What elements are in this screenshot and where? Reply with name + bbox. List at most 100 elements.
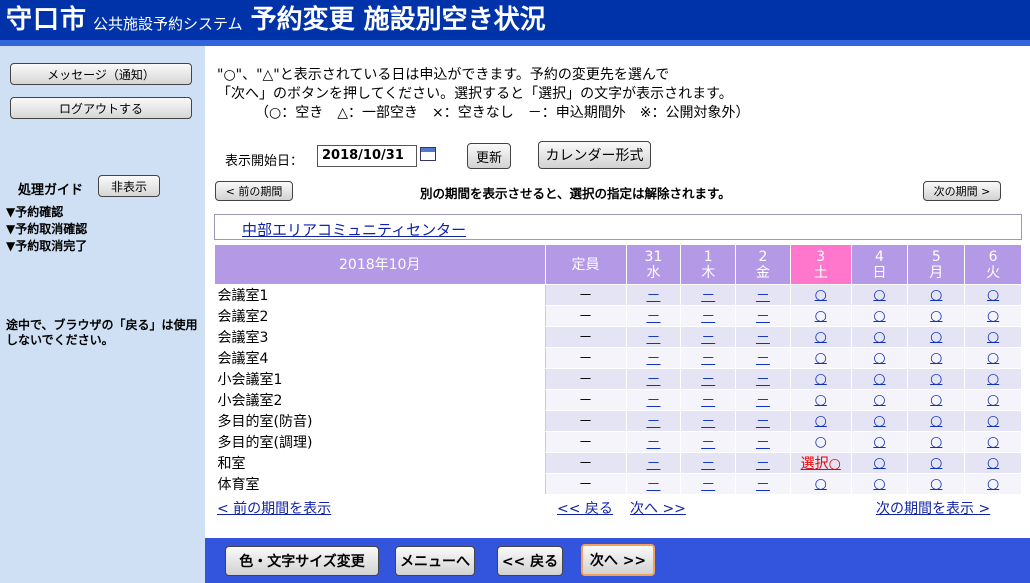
menu-button[interactable]: メニューへ	[395, 546, 475, 576]
footer-back-button[interactable]: << 戻る	[497, 546, 563, 576]
availability-link[interactable]: ○	[873, 392, 885, 408]
availability-link[interactable]: －	[646, 288, 660, 304]
availability-link[interactable]: ○	[873, 413, 885, 429]
availability-link[interactable]: －	[646, 351, 660, 367]
availability-link[interactable]: ○	[873, 308, 885, 324]
availability-link[interactable]: －	[756, 372, 770, 388]
availability-link[interactable]: ○	[815, 308, 827, 324]
availability-link[interactable]: ○	[987, 371, 999, 387]
availability-link[interactable]: ○	[873, 434, 885, 450]
room-capacity: －	[545, 473, 627, 495]
availability-cell: －	[626, 410, 682, 432]
availability-link[interactable]: －	[701, 330, 715, 346]
availability-link[interactable]: －	[646, 477, 660, 493]
calendar-icon[interactable]	[420, 147, 436, 161]
start-date-input[interactable]: 2018/10/31	[317, 145, 417, 167]
next-period-link[interactable]: 次の期間を表示 >	[876, 498, 990, 518]
availability-link[interactable]: ○	[930, 329, 942, 345]
next-link[interactable]: 次へ >>	[630, 498, 686, 518]
availability-link[interactable]: －	[756, 288, 770, 304]
availability-link[interactable]: －	[701, 435, 715, 451]
availability-link[interactable]: －	[756, 414, 770, 430]
availability-link[interactable]: ○	[873, 329, 885, 345]
availability-link[interactable]: ○	[930, 455, 942, 471]
availability-link[interactable]: ○	[815, 350, 827, 366]
room-capacity: －	[545, 410, 627, 432]
availability-link[interactable]: ○	[987, 392, 999, 408]
availability-link[interactable]: －	[701, 414, 715, 430]
availability-link[interactable]: ○	[987, 455, 999, 471]
availability-link[interactable]: －	[756, 435, 770, 451]
guide-hide-button[interactable]: 非表示	[98, 175, 160, 197]
availability-link[interactable]: －	[646, 414, 660, 430]
availability-link[interactable]: －	[701, 351, 715, 367]
availability-link[interactable]: ○	[873, 455, 885, 471]
back-link[interactable]: << 戻る	[557, 498, 613, 518]
logout-button[interactable]: ログアウトする	[10, 97, 192, 119]
availability-link[interactable]: ○	[987, 350, 999, 366]
availability-link[interactable]: －	[701, 372, 715, 388]
availability-link[interactable]: －	[756, 477, 770, 493]
availability-link[interactable]: ○	[815, 329, 827, 345]
availability-link[interactable]: －	[701, 309, 715, 325]
availability-cell: ○	[964, 473, 1022, 495]
availability-link[interactable]: ○	[815, 413, 827, 429]
availability-link[interactable]: －	[701, 456, 715, 472]
availability-link[interactable]: ○	[873, 476, 885, 492]
display-settings-button[interactable]: 色・文字サイズ変更	[225, 546, 379, 576]
availability-link[interactable]: ○	[873, 350, 885, 366]
availability-link[interactable]: ○	[987, 287, 999, 303]
next-period-button[interactable]: 次の期間 >	[923, 181, 1001, 201]
availability-link[interactable]: ○	[930, 308, 942, 324]
availability-link[interactable]: －	[646, 330, 660, 346]
availability-link[interactable]: ○	[987, 413, 999, 429]
availability-cell: －	[626, 452, 682, 474]
availability-cell: ○	[964, 431, 1022, 453]
calendar-format-button[interactable]: カレンダー形式	[538, 141, 651, 169]
availability-cell: ○	[964, 305, 1022, 327]
availability-cell: ○	[964, 410, 1022, 432]
availability-link[interactable]: －	[646, 435, 660, 451]
availability-link[interactable]: －	[756, 309, 770, 325]
availability-link[interactable]: ○	[930, 287, 942, 303]
availability-link[interactable]: －	[756, 351, 770, 367]
availability-link[interactable]: ○	[930, 476, 942, 492]
availability-cell: ○	[907, 326, 966, 348]
footer-next-button[interactable]: 次へ >>	[581, 544, 655, 576]
availability-link[interactable]: ○	[930, 434, 942, 450]
facility-link[interactable]: 中部エリアコミュニティセンター	[242, 219, 466, 240]
availability-link[interactable]: ○	[987, 476, 999, 492]
availability-link[interactable]: －	[646, 456, 660, 472]
availability-link[interactable]: ○	[815, 371, 827, 387]
table-row: 多目的室(調理) －－－－ ○ ○ ○ ○	[214, 431, 1022, 453]
availability-link[interactable]: －	[646, 372, 660, 388]
update-button[interactable]: 更新	[467, 143, 511, 169]
prev-period-link[interactable]: < 前の期間を表示	[217, 498, 331, 518]
message-button[interactable]: メッセージ（通知）	[10, 63, 192, 85]
availability-link[interactable]: ○	[930, 350, 942, 366]
availability-link[interactable]: ○	[815, 287, 827, 303]
availability-link[interactable]: ○	[987, 329, 999, 345]
availability-cell: ○	[907, 410, 966, 432]
availability-link[interactable]: －	[646, 309, 660, 325]
availability-link[interactable]: －	[701, 477, 715, 493]
availability-link[interactable]: ○	[987, 308, 999, 324]
room-capacity: －	[545, 326, 627, 348]
availability-link[interactable]: －	[701, 393, 715, 409]
availability-cell: －	[680, 410, 737, 432]
availability-link[interactable]: ○	[987, 434, 999, 450]
availability-link[interactable]: ○	[873, 371, 885, 387]
prev-period-button[interactable]: < 前の期間	[215, 181, 293, 201]
availability-link[interactable]: ○	[873, 287, 885, 303]
availability-link[interactable]: －	[756, 393, 770, 409]
availability-link[interactable]: －	[756, 330, 770, 346]
availability-link[interactable]: ○	[930, 392, 942, 408]
availability-link[interactable]: －	[646, 393, 660, 409]
availability-link[interactable]: －	[701, 288, 715, 304]
availability-link[interactable]: ○	[815, 476, 827, 492]
availability-link[interactable]: ○	[930, 413, 942, 429]
availability-link[interactable]: －	[756, 456, 770, 472]
availability-link[interactable]: ○	[815, 392, 827, 408]
availability-link[interactable]: ○	[930, 371, 942, 387]
availability-link[interactable]: 選択○	[801, 456, 841, 472]
